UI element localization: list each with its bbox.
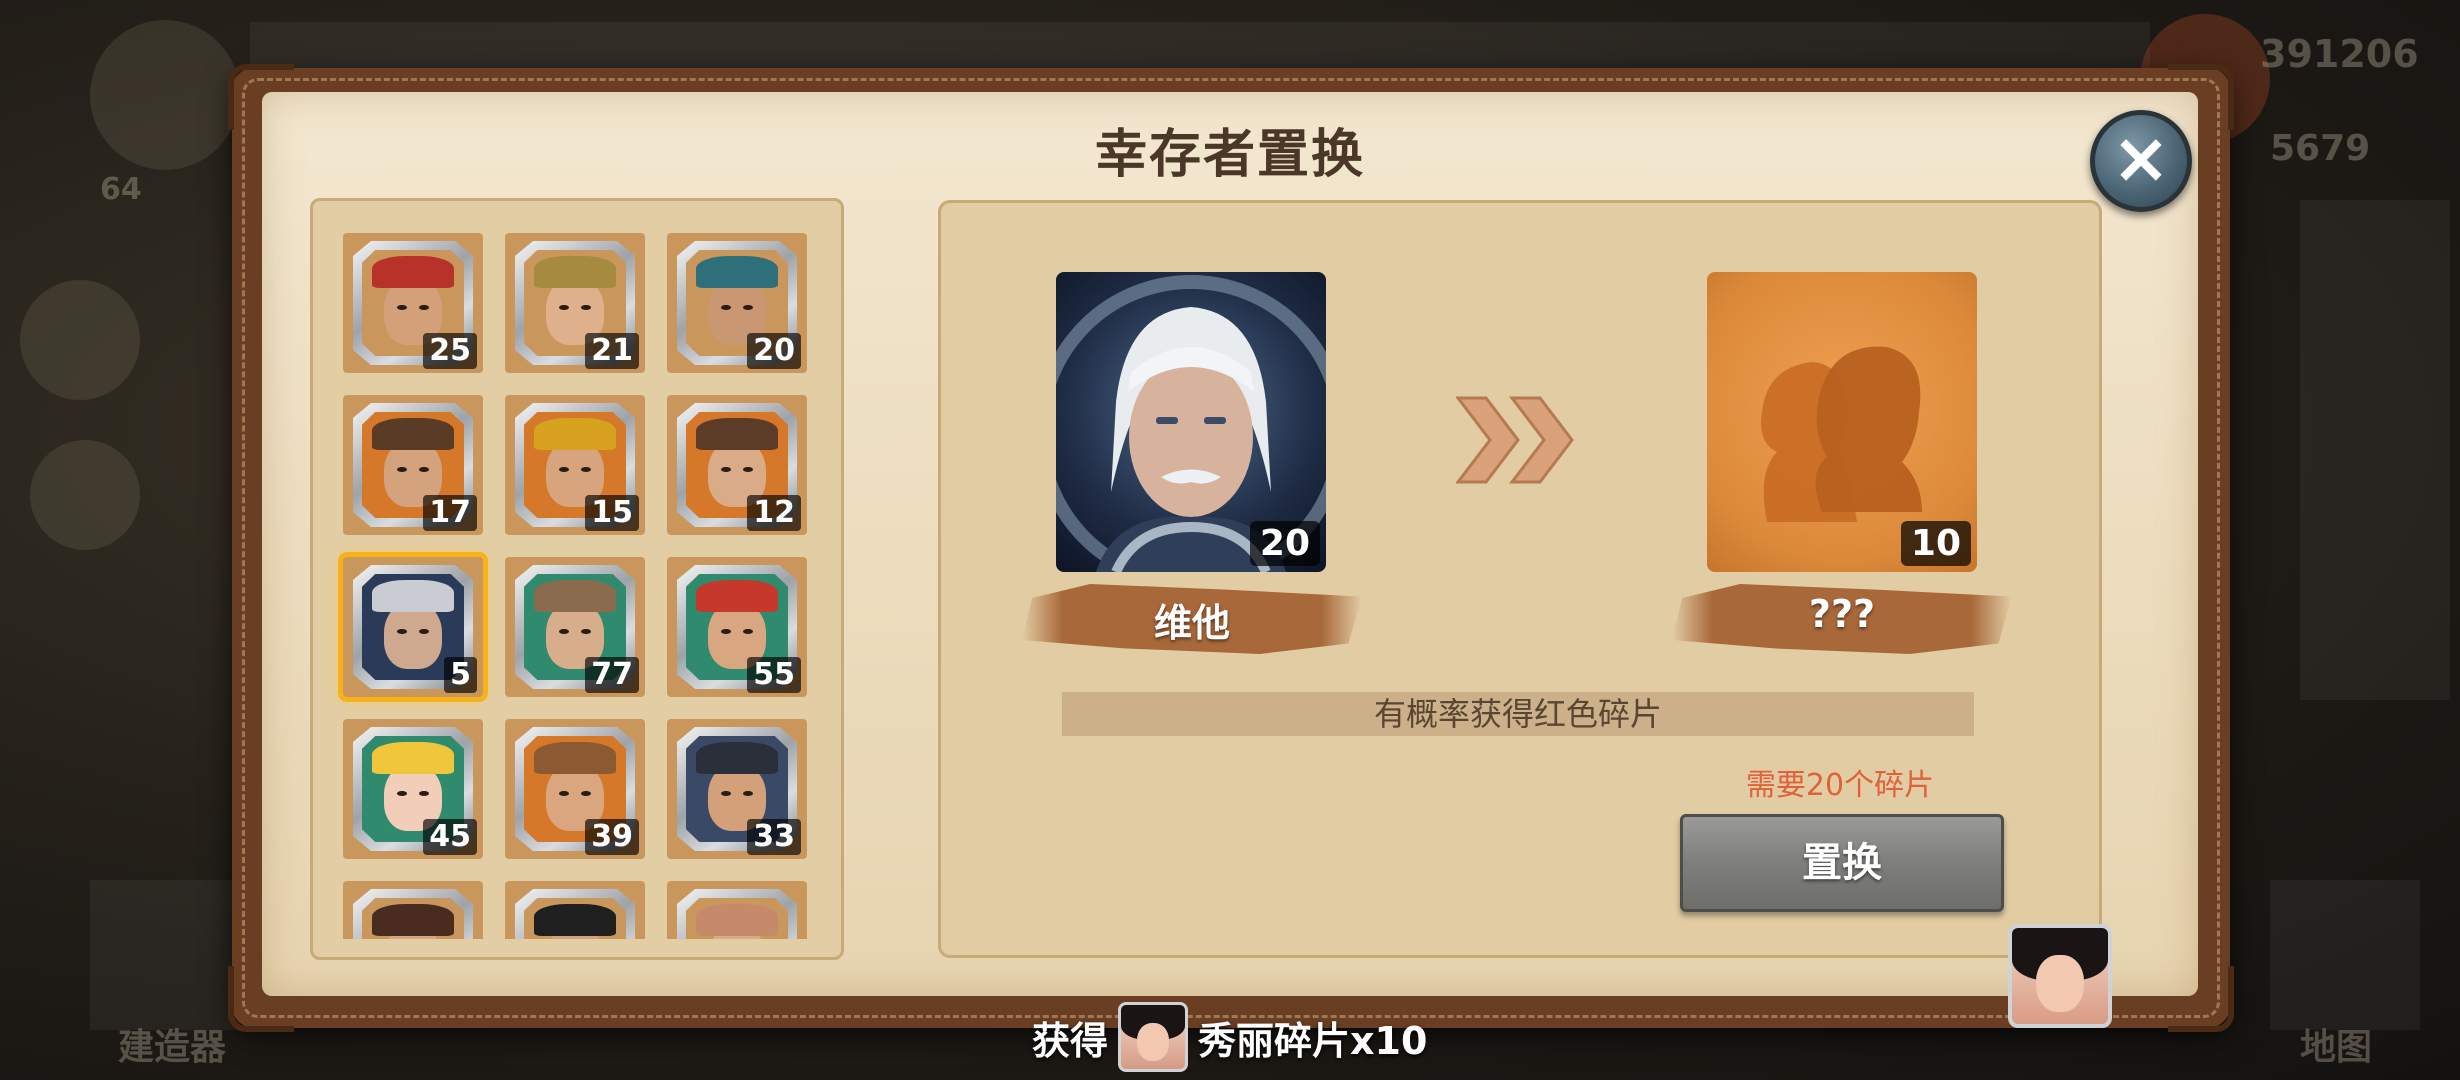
- portrait-frame: [353, 889, 473, 939]
- survivor-card[interactable]: 12: [667, 395, 807, 535]
- bg-side-icon: [30, 440, 140, 550]
- portrait-headwear: [696, 904, 778, 937]
- bg-left-card: [90, 880, 240, 1030]
- probability-hint: 有概率获得红色碎片: [1062, 692, 1974, 736]
- toast-item: 秀丽碎片x10: [1198, 1018, 1428, 1063]
- survivor-portrait-icon: [362, 898, 464, 939]
- survivor-card[interactable]: 21: [505, 233, 645, 373]
- survivor-fragment-count: 55: [747, 657, 801, 693]
- survivor-fragment-count: 12: [747, 495, 801, 531]
- source-survivor-name: 维他: [1153, 601, 1230, 645]
- portrait-headwear: [534, 904, 616, 937]
- portrait-frame: [677, 889, 797, 939]
- survivor-card[interactable]: 5: [343, 557, 483, 697]
- survivor-card[interactable]: 39: [505, 719, 645, 859]
- portrait-headwear: [534, 742, 616, 775]
- survivor-fragment-count: 15: [585, 495, 639, 531]
- bg-builder-label: 建造器: [118, 1027, 227, 1068]
- double-chevron-right-icon: [1456, 396, 1574, 484]
- toast-prefix: 获得: [1032, 1018, 1109, 1063]
- survivor-card[interactable]: [343, 881, 483, 939]
- survivor-fragment-count: 33: [747, 819, 801, 855]
- bg-resource-1: 391206: [2260, 32, 2419, 76]
- fragment-requirement: 需要20个碎片: [1745, 768, 1935, 803]
- portrait-headwear: [372, 256, 454, 289]
- survivor-fragment-count: 5: [444, 657, 477, 693]
- portrait-headwear: [372, 742, 454, 775]
- bg-right-menu: [2300, 200, 2450, 700]
- portrait-headwear: [696, 580, 778, 613]
- bg-map-label: 地图: [2300, 1027, 2373, 1068]
- close-icon: ×: [2111, 117, 2171, 199]
- swap-button[interactable]: 置换: [1680, 814, 2004, 912]
- portrait-headwear: [696, 418, 778, 451]
- bg-right-card: [2270, 880, 2420, 1030]
- portrait-headwear: [372, 580, 454, 613]
- portrait-headwear: [696, 742, 778, 775]
- target-survivor-name: ???: [1808, 592, 1876, 636]
- source-survivor-portrait[interactable]: 20: [1056, 272, 1326, 572]
- survivor-fragment-count: 17: [423, 495, 477, 531]
- reward-avatar-corner[interactable]: [2008, 924, 2112, 1028]
- survivor-card[interactable]: 77: [505, 557, 645, 697]
- portrait-headwear: [372, 418, 454, 451]
- survivor-grid: 25 21 20 17 15 12 5 77 55 45 39 33: [313, 201, 841, 939]
- portrait-frame: [515, 889, 635, 939]
- survivor-fragment-count: 25: [423, 333, 477, 369]
- survivor-card[interactable]: 15: [505, 395, 645, 535]
- avatar-face: [1137, 1022, 1170, 1062]
- portrait-headwear: [372, 904, 454, 937]
- survivor-card[interactable]: 45: [343, 719, 483, 859]
- survivor-grid-panel[interactable]: 25 21 20 17 15 12 5 77 55 45 39 33: [310, 198, 844, 960]
- survivor-card[interactable]: [505, 881, 645, 939]
- survivor-portrait-icon: [524, 898, 626, 939]
- survivor-card[interactable]: 25: [343, 233, 483, 373]
- portrait-headwear: [696, 256, 778, 289]
- survivor-fragment-count: 39: [585, 819, 639, 855]
- survivor-portrait-icon: [686, 898, 788, 939]
- reward-toast: 获得 秀丽碎片x10: [1032, 1000, 1427, 1074]
- target-fragment-count: 10: [1900, 521, 1971, 566]
- survivor-fragment-count: 21: [585, 333, 639, 369]
- bg-side-icon: [20, 280, 140, 400]
- avatar-face: [2036, 954, 2084, 1013]
- survivor-card[interactable]: 33: [667, 719, 807, 859]
- toast-avatar-icon: [1118, 1002, 1189, 1072]
- survivor-fragment-count: 20: [747, 333, 801, 369]
- survivor-card[interactable]: 17: [343, 395, 483, 535]
- portrait-headwear: [534, 418, 616, 451]
- close-button[interactable]: ×: [2090, 110, 2192, 212]
- survivor-fragment-count: 45: [423, 819, 477, 855]
- survivor-card[interactable]: 55: [667, 557, 807, 697]
- bg-top-bar: [250, 22, 2150, 68]
- portrait-headwear: [534, 580, 616, 613]
- survivor-fragment-count: 77: [585, 657, 639, 693]
- source-fragment-count: 20: [1249, 521, 1320, 566]
- target-survivor-portrait: 10: [1707, 272, 1977, 572]
- portrait-headwear: [534, 256, 616, 289]
- survivor-card[interactable]: [667, 881, 807, 939]
- survivor-card[interactable]: 20: [667, 233, 807, 373]
